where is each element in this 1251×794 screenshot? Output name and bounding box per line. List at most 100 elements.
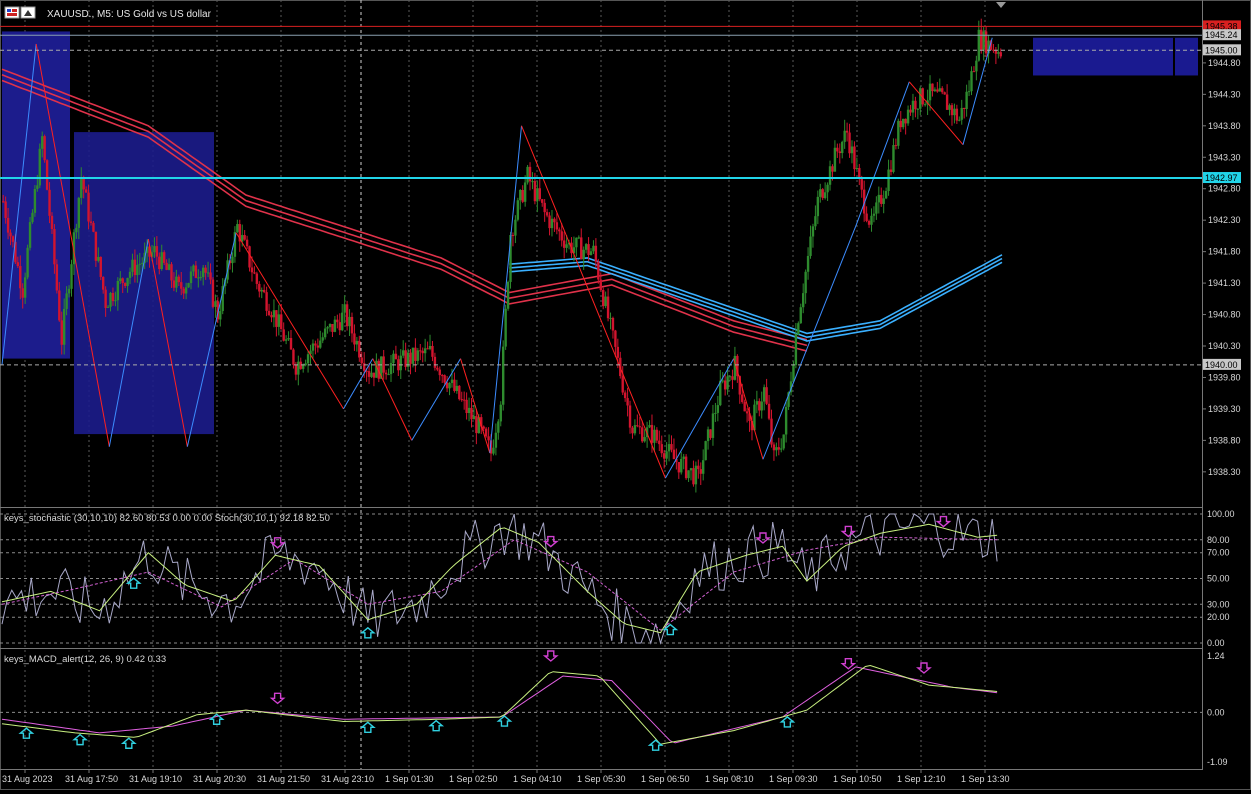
candle-body <box>845 130 849 133</box>
candle-body <box>458 385 461 400</box>
candle-body <box>255 273 259 284</box>
candle-body <box>970 71 973 92</box>
candle-body <box>360 357 363 364</box>
candle-body <box>872 213 876 216</box>
candle-body <box>414 347 417 361</box>
candle-body <box>560 231 563 241</box>
candle-body <box>865 213 868 221</box>
candle-body <box>902 118 905 128</box>
candle-body <box>836 147 839 152</box>
candle-body <box>41 136 44 149</box>
chart-collapse-icon[interactable] <box>20 6 36 19</box>
candle-body <box>26 247 29 278</box>
candle-body <box>423 348 427 354</box>
candle-body <box>455 385 459 391</box>
price-label: 1939.80 <box>1208 372 1241 382</box>
candle-body <box>838 151 841 154</box>
candle-body <box>911 100 915 113</box>
candle-body <box>716 405 720 413</box>
candle-body <box>670 444 673 450</box>
candle-body <box>211 279 215 307</box>
candle-body <box>60 320 63 345</box>
candle-body <box>860 177 863 190</box>
candle-body <box>767 403 771 419</box>
candle-body <box>326 327 329 329</box>
candle-body <box>980 29 983 50</box>
candle-body <box>131 259 134 272</box>
candle-body <box>487 436 490 441</box>
candle-body <box>967 91 971 93</box>
candle-body <box>175 276 178 288</box>
candle-body <box>106 306 110 308</box>
stoch-sell-arrow-icon <box>755 532 771 544</box>
candle-body <box>292 349 295 365</box>
price-label: 1944.80 <box>1208 58 1241 68</box>
candle-body <box>923 104 927 106</box>
candle-body <box>84 189 88 193</box>
price-label: 1941.80 <box>1208 247 1241 257</box>
candle-body <box>55 264 59 291</box>
candle-body <box>816 196 820 217</box>
candle-body <box>606 296 610 319</box>
candle-body <box>516 200 520 220</box>
candle-body <box>270 314 273 318</box>
candle-body <box>389 362 393 375</box>
candle-body <box>306 354 310 364</box>
stochastic-panel <box>0 513 1202 645</box>
macd-main-line <box>1 664 998 745</box>
candle-body <box>802 293 805 308</box>
candle-body <box>533 181 537 202</box>
candle-body <box>814 216 817 227</box>
candle-body <box>353 333 356 345</box>
candle-body <box>38 148 41 186</box>
candle-body <box>123 283 127 286</box>
candle-body <box>384 372 388 375</box>
candle-body <box>350 316 354 334</box>
candle-body <box>328 323 332 328</box>
candle-body <box>584 244 588 250</box>
zigzag-segment <box>664 358 735 479</box>
candle-body <box>948 105 951 110</box>
candle-body <box>548 215 551 229</box>
candle-body <box>67 288 71 294</box>
candle-body <box>180 282 183 289</box>
chart-canvas[interactable]: 1944.801944.301943.801943.301942.801942.… <box>0 0 1251 791</box>
stoch-scale-label: 100.00 <box>1207 509 1235 519</box>
candle-body <box>777 447 781 450</box>
candle-body <box>484 428 488 437</box>
chart-window[interactable]: 1944.80 1944.30 1943.80 1943.30 1942.80 1942.… <box>0 0 1251 791</box>
candle-body <box>975 60 978 72</box>
candle-body <box>265 292 268 311</box>
candle-body <box>580 237 583 260</box>
candle-body <box>523 182 527 202</box>
price-label: 1939.30 <box>1208 404 1241 414</box>
candle-body <box>2 201 5 203</box>
chart-menu-icon[interactable] <box>4 6 20 19</box>
candle-body <box>209 272 212 280</box>
candle-body <box>631 427 634 434</box>
candle-body <box>941 88 944 93</box>
candle-body <box>136 264 139 276</box>
time-label: 31 Aug 21:50 <box>257 774 310 784</box>
price-label: 1943.30 <box>1208 152 1241 162</box>
candle-body <box>433 356 437 368</box>
candle-body <box>387 374 390 376</box>
candle-body <box>65 293 68 309</box>
price-label: 1940.80 <box>1208 310 1241 320</box>
macd-scale-label: 1.24 <box>1207 651 1225 661</box>
candle-body <box>680 458 683 473</box>
candle-body <box>743 401 746 412</box>
candle-body <box>492 447 495 454</box>
time-label: 31 Aug 17:50 <box>65 774 118 784</box>
price-label: 1938.30 <box>1208 467 1241 477</box>
candle-body <box>428 345 432 349</box>
candle-body <box>172 280 176 288</box>
candle-body <box>841 141 844 154</box>
candle-body <box>933 89 937 92</box>
candle-body <box>660 444 663 454</box>
candle-body <box>204 267 207 273</box>
candle-body <box>823 192 827 199</box>
candle-body <box>687 470 690 479</box>
candle-body <box>460 399 463 401</box>
candle-body <box>367 371 371 377</box>
